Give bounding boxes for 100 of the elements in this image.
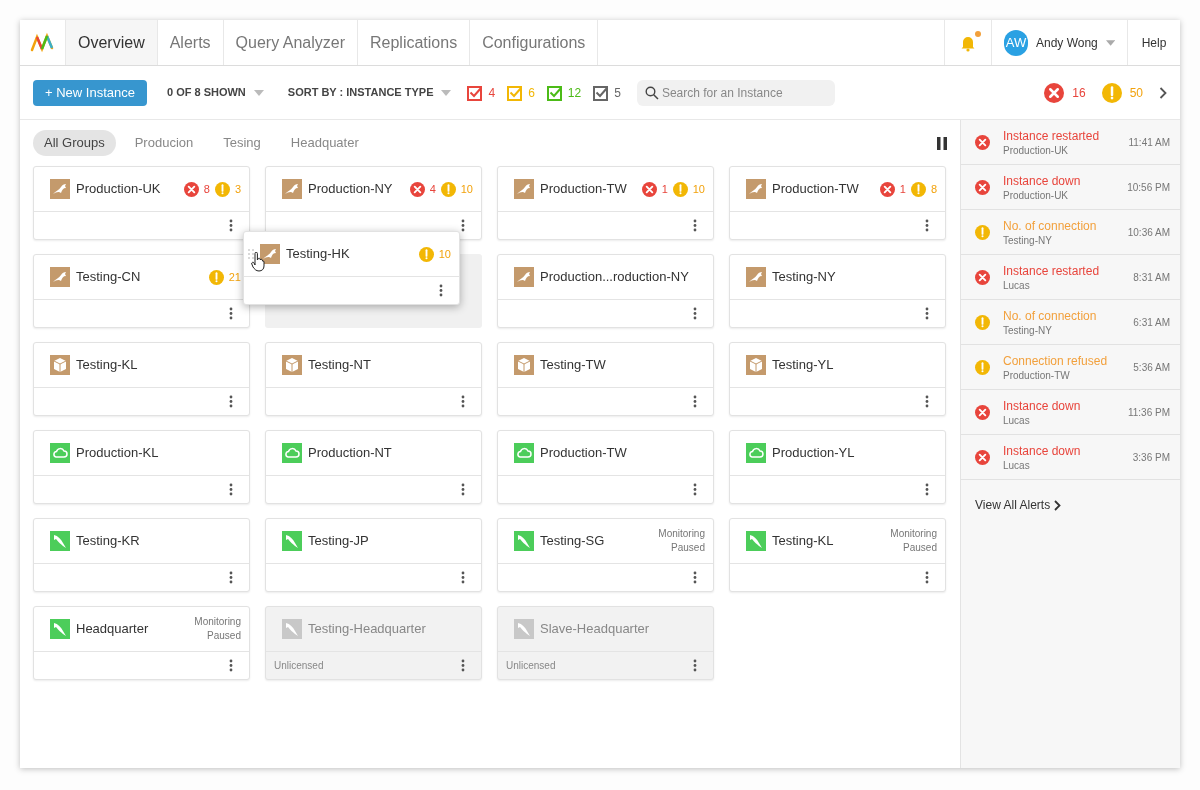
instance-card[interactable]: Headquarter Monitoring Paused: [33, 606, 250, 680]
warning-count: 10: [460, 181, 473, 197]
instance-card[interactable]: Testing-JP: [265, 518, 482, 592]
more-options-icon[interactable]: [925, 395, 929, 408]
more-options-icon[interactable]: [925, 307, 929, 320]
shown-dropdown[interactable]: 0 OF 8 SHOWN: [166, 84, 264, 101]
alert-time: 10:36 AM: [1127, 225, 1170, 240]
instance-card[interactable]: Production-UK 8 3: [33, 166, 250, 240]
nav-tab[interactable]: Replications: [358, 20, 471, 65]
alert-title: No. of connection: [1003, 217, 1098, 234]
license-status: Unlicensed: [274, 659, 324, 673]
caret-icon: [253, 89, 264, 96]
alert-source: Lucas: [1003, 458, 1031, 472]
alert-title: Instance restarted: [1003, 127, 1101, 144]
drag-handle-icon[interactable]: [248, 249, 254, 259]
filter-checkbox[interactable]: [593, 84, 610, 101]
instance-card[interactable]: Testing-KR: [33, 518, 250, 592]
alert-item[interactable]: Instance restarted Lucas 8:31 AM: [961, 255, 1180, 300]
more-options-icon[interactable]: [461, 571, 465, 584]
filter-checkbox[interactable]: [546, 84, 563, 101]
error-count: 1: [899, 181, 906, 197]
instance-card[interactable]: Production-YL: [729, 430, 946, 504]
filter-checkbox[interactable]: [467, 84, 484, 101]
instance-card[interactable]: Production...roduction-NY: [497, 254, 714, 328]
more-options-icon[interactable]: [925, 219, 929, 232]
alert-item[interactable]: Instance down Production-UK 10:56 PM: [961, 165, 1180, 210]
more-options-icon[interactable]: [461, 395, 465, 408]
instance-name: Testing-CN: [76, 268, 141, 287]
instance-card[interactable]: Production-TW 1 8: [729, 166, 946, 240]
filter-checkbox[interactable]: [507, 84, 524, 101]
more-options-icon[interactable]: [229, 307, 233, 320]
nav-tab[interactable]: Overview: [66, 20, 158, 65]
alert-item[interactable]: No. of connection Testing-NY 10:36 AM: [961, 210, 1180, 255]
instance-card[interactable]: Testing-YL: [729, 342, 946, 416]
alert-item[interactable]: Instance down Lucas 3:36 PM: [961, 435, 1180, 480]
instance-card[interactable]: Production-NT: [265, 430, 482, 504]
instance-card[interactable]: Testing-SG Monitoring Paused: [497, 518, 714, 592]
monitoring-status: Monitoring Paused: [657, 527, 705, 555]
sort-dropdown[interactable]: SORT BY : INSTANCE TYPE: [287, 84, 452, 101]
alert-item[interactable]: Connection refused Production-TW 5:36 AM: [961, 345, 1180, 390]
group-filter-tab[interactable]: Headquater: [279, 130, 370, 156]
instance-name: Testing-KL: [76, 356, 138, 375]
instance-card[interactable]: Testing-KL: [33, 342, 250, 416]
bird-logo-icon: [746, 267, 766, 287]
more-options-icon[interactable]: [693, 571, 697, 584]
instance-name: Testing-HK: [286, 245, 350, 264]
more-options-icon[interactable]: [229, 395, 233, 408]
error-icon: [975, 269, 990, 285]
instance-card[interactable]: Testing-NY: [729, 254, 946, 328]
alert-time: 3:36 PM: [1132, 450, 1170, 465]
user-menu[interactable]: AW Andy Wong: [991, 20, 1127, 65]
more-options-icon[interactable]: [693, 395, 697, 408]
instance-name: Headquarter: [76, 620, 149, 639]
more-options-icon[interactable]: [693, 659, 697, 672]
instance-card[interactable]: Testing-NT: [265, 342, 482, 416]
pointer-cursor-icon: [251, 252, 265, 272]
warning-icon: [418, 246, 434, 262]
more-options-icon[interactable]: [439, 284, 443, 297]
instance-card[interactable]: Production-TW 1 10: [497, 166, 714, 240]
more-options-icon[interactable]: [461, 659, 465, 672]
instance-name: Production-NY: [308, 180, 393, 199]
instance-card[interactable]: Testing-TW: [497, 342, 714, 416]
help-link[interactable]: Help: [1127, 20, 1180, 65]
more-options-icon[interactable]: [229, 483, 233, 496]
box-icon: [746, 355, 766, 375]
nav-tab[interactable]: Alerts: [157, 20, 224, 65]
nav-tab[interactable]: Query Analyzer: [223, 20, 358, 65]
pause-icon[interactable]: [936, 136, 948, 150]
more-options-icon[interactable]: [229, 659, 233, 672]
more-options-icon[interactable]: [461, 483, 465, 496]
more-options-icon[interactable]: [925, 571, 929, 584]
dragged-card-overlay[interactable]: Testing-HK 10: [243, 231, 460, 305]
nav-tab[interactable]: Configurations: [470, 20, 599, 65]
alert-time: 5:36 AM: [1133, 360, 1170, 375]
more-options-icon[interactable]: [925, 483, 929, 496]
view-all-alerts-link[interactable]: View All Alerts: [961, 480, 1076, 530]
dolphin-logo-icon: [282, 619, 302, 639]
more-options-icon[interactable]: [693, 219, 697, 232]
more-options-icon[interactable]: [229, 219, 233, 232]
more-options-icon[interactable]: [229, 571, 233, 584]
warning-icon: [214, 181, 230, 197]
alert-item[interactable]: Instance down Lucas 11:36 PM: [961, 390, 1180, 435]
instance-card[interactable]: Testing-CN 21: [33, 254, 250, 328]
instance-card[interactable]: Production-KL: [33, 430, 250, 504]
instance-card[interactable]: Testing-KL Monitoring Paused: [729, 518, 946, 592]
instance-card[interactable]: Production-TW: [497, 430, 714, 504]
alert-title: Instance down: [1003, 442, 1082, 459]
chevron-right-icon[interactable]: [1159, 86, 1167, 99]
search-field[interactable]: Search for an Instance: [636, 79, 835, 106]
group-filter-tab[interactable]: Tesing: [212, 130, 272, 156]
alert-item[interactable]: Instance restarted Production-UK 11:41 AM: [961, 120, 1180, 165]
instance-name: Testing-JP: [308, 532, 369, 551]
error-icon: [879, 181, 895, 197]
more-options-icon[interactable]: [461, 219, 465, 232]
group-filter-tab[interactable]: Producion: [123, 130, 205, 156]
alert-item[interactable]: No. of connection Testing-NY 6:31 AM: [961, 300, 1180, 345]
group-filter-tab[interactable]: All Groups: [33, 130, 116, 156]
more-options-icon[interactable]: [693, 307, 697, 320]
alert-source: Lucas: [1003, 278, 1031, 292]
more-options-icon[interactable]: [693, 483, 697, 496]
